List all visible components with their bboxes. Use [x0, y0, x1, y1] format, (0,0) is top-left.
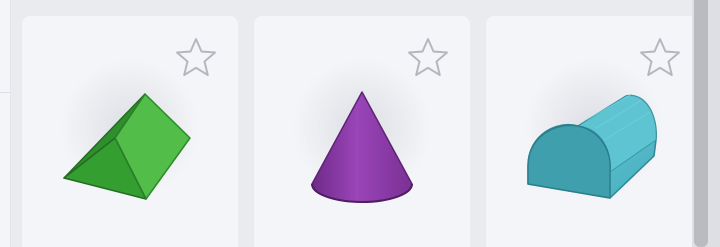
shapes-panel: [0, 0, 720, 247]
scrollbar-thumb[interactable]: [694, 0, 708, 247]
favorite-star-button[interactable]: [172, 34, 220, 82]
previous-card-edge: [0, 0, 11, 247]
shape-card-cone[interactable]: [254, 16, 470, 247]
star-outline-icon: [640, 38, 680, 76]
shape-card-half-cylinder[interactable]: [486, 16, 702, 247]
star-outline-icon: [408, 38, 448, 76]
favorite-star-button[interactable]: [404, 34, 452, 82]
shape-card-wedge[interactable]: [22, 16, 238, 247]
star-outline-icon: [176, 38, 216, 76]
favorite-star-button[interactable]: [636, 34, 684, 82]
